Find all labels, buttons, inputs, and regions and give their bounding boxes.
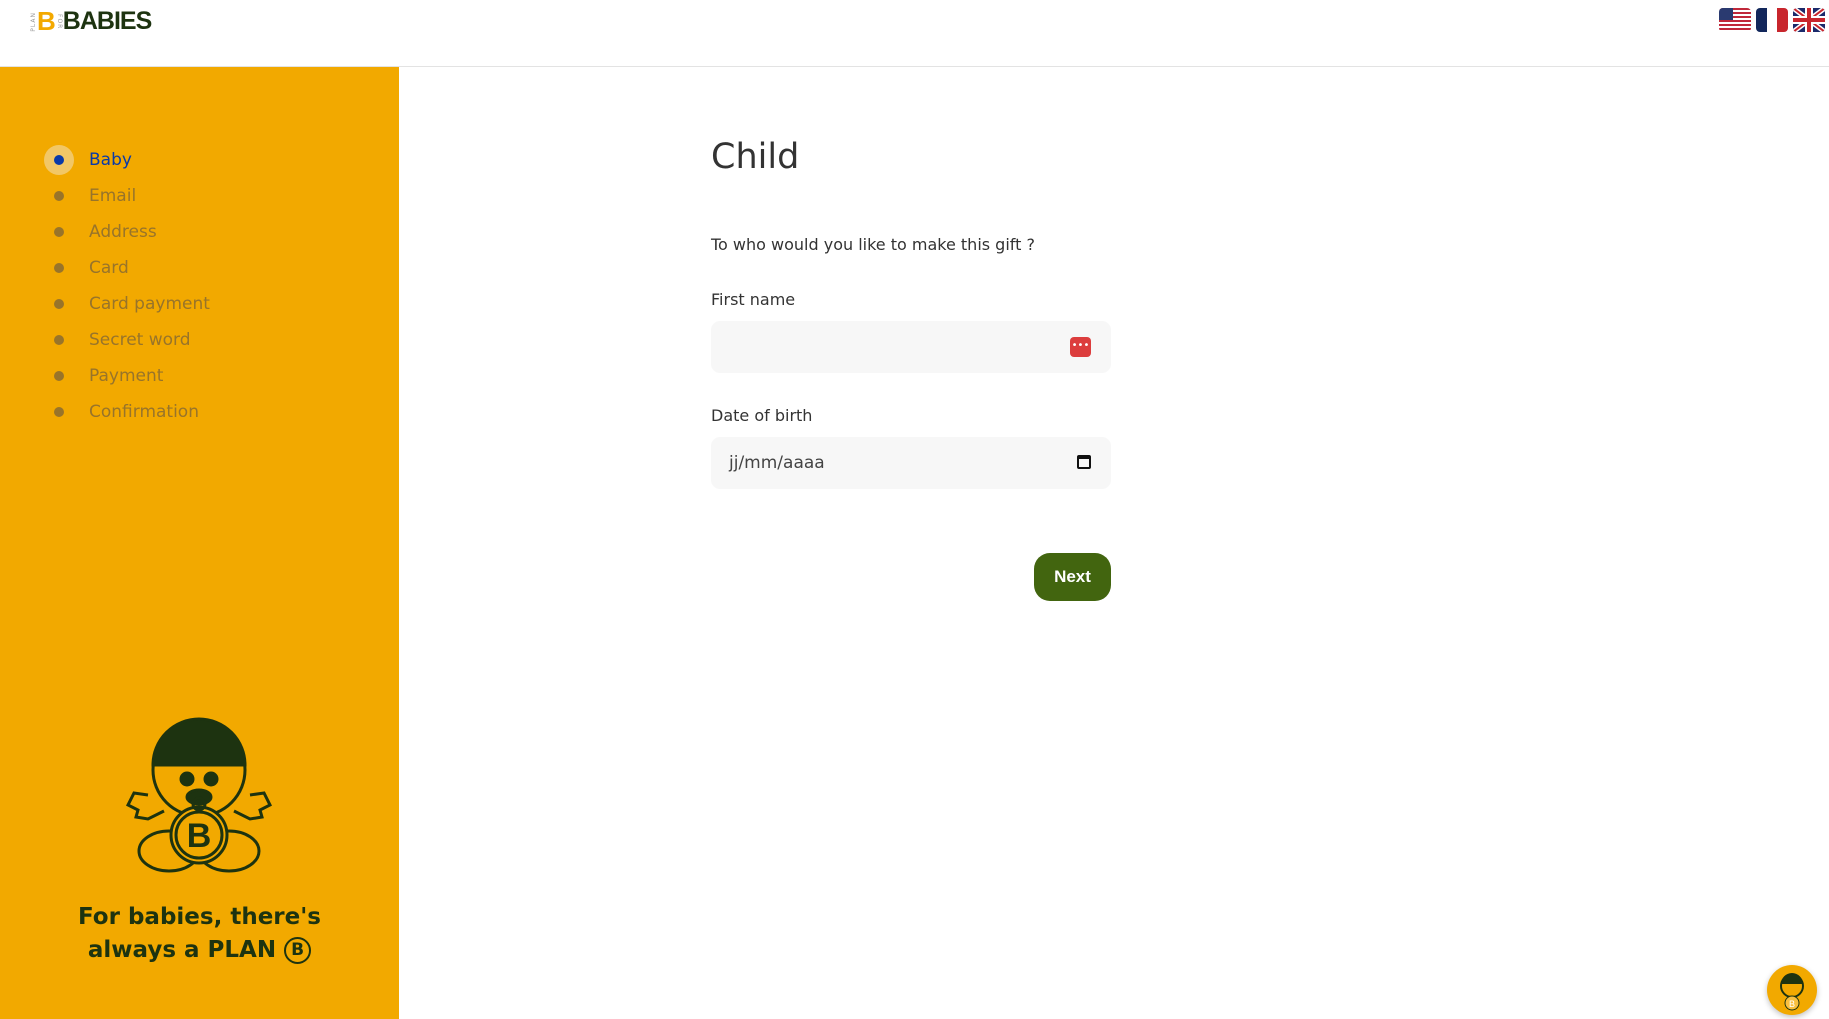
step-baby[interactable]: Baby <box>44 142 210 178</box>
step-address[interactable]: Address <box>44 214 210 250</box>
france-flag-icon[interactable] <box>1756 8 1788 32</box>
step-secret-word[interactable]: Secret word <box>44 322 210 358</box>
step-label: Confirmation <box>89 402 199 422</box>
dot <box>54 191 64 201</box>
bitcoin-icon: B <box>284 937 312 964</box>
language-switcher <box>1719 8 1825 32</box>
first-name-input[interactable]: ••• <box>711 321 1111 373</box>
dot <box>54 155 64 165</box>
dot <box>54 335 64 345</box>
step-dot-icon <box>44 253 74 283</box>
dot <box>54 407 64 417</box>
baby-mascot-icon: B <box>124 715 274 879</box>
date-of-birth-input[interactable]: jj/mm/aaaa <box>711 437 1111 489</box>
step-label: Address <box>89 222 157 242</box>
step-label: Payment <box>89 366 164 386</box>
step-dot-icon <box>44 289 74 319</box>
step-card[interactable]: Card <box>44 250 210 286</box>
step-label: Card payment <box>89 294 210 314</box>
dot <box>54 263 64 273</box>
step-label: Card <box>89 258 129 278</box>
step-dot-icon <box>44 397 74 427</box>
password-manager-icon[interactable]: ••• <box>1070 337 1091 357</box>
logo[interactable]: PLAN B FOR BABIES <box>30 6 152 37</box>
step-email[interactable]: Email <box>44 178 210 214</box>
first-name-label: First name <box>711 290 796 309</box>
step-dot-icon <box>44 217 74 247</box>
step-dot-icon <box>44 361 74 391</box>
slogan: For babies, there's always a PLAN B <box>78 904 321 964</box>
header: PLAN B FOR BABIES <box>0 0 1829 67</box>
svg-text:B: B <box>1789 999 1795 1009</box>
step-card-payment[interactable]: Card payment <box>44 286 210 322</box>
step-list: Baby Email Address Card Card payment Secret w… <box>44 142 210 430</box>
step-label: Email <box>89 186 137 206</box>
chat-mascot-button[interactable]: B <box>1767 965 1817 1015</box>
form-subtitle: To who would you like to make this gift … <box>711 235 1035 254</box>
sidebar: Baby Email Address Card Card payment Secret w… <box>0 67 399 1019</box>
us-flag-icon[interactable] <box>1719 8 1751 32</box>
step-label: Baby <box>89 150 132 170</box>
dot <box>54 299 64 309</box>
step-dot-icon <box>44 325 74 355</box>
step-dot-icon <box>44 145 74 175</box>
dot <box>54 227 64 237</box>
step-label: Secret word <box>89 330 191 350</box>
next-button[interactable]: Next <box>1034 553 1111 601</box>
step-payment[interactable]: Payment <box>44 358 210 394</box>
dot <box>54 371 64 381</box>
page-title: Child <box>711 137 800 177</box>
step-dot-icon <box>44 181 74 211</box>
svg-text:B: B <box>187 817 212 855</box>
step-confirmation[interactable]: Confirmation <box>44 394 210 430</box>
date-of-birth-label: Date of birth <box>711 406 813 425</box>
uk-flag-icon[interactable] <box>1793 8 1825 32</box>
calendar-icon[interactable] <box>1077 455 1091 469</box>
